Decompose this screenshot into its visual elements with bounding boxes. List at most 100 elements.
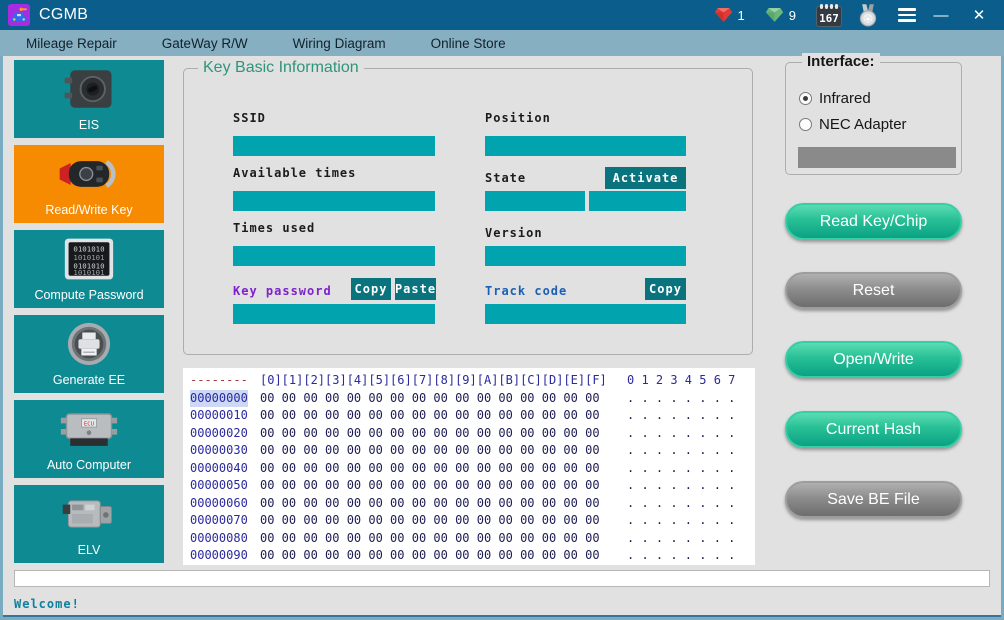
current-hash-button[interactable]: Current Hash — [785, 411, 962, 448]
read-key-chip-button[interactable]: Read Key/Chip — [785, 203, 962, 240]
hex-row[interactable]: 00000090 00 00 00 00 00 00 00 00 00 00 00… — [183, 547, 755, 565]
reset-button[interactable]: Reset — [785, 272, 962, 309]
hex-row-address: 00000050 — [190, 477, 248, 495]
ssid-field[interactable] — [233, 136, 435, 156]
hex-row-ascii: . . . . . . . . — [627, 547, 735, 565]
printer-badge-icon — [66, 315, 112, 373]
hex-row-address: 00000000 — [190, 390, 248, 408]
hex-row[interactable]: 0000006000 00 00 00 00 00 00 00 00 00 00… — [183, 495, 755, 513]
hex-row-bytes: 00 00 00 00 00 00 00 00 00 00 00 00 00 0… — [260, 460, 600, 478]
green-gem-count: 9 — [789, 8, 796, 23]
progress-bar — [14, 570, 990, 587]
radio-option-label: NEC Adapter — [819, 116, 907, 133]
menu-item-online-store[interactable]: Online Store — [425, 34, 512, 53]
sidebar-item-read-write-key[interactable]: Read/Write Key — [14, 145, 164, 223]
key-password-copy-button[interactable]: Copy — [351, 278, 391, 300]
minimize-button[interactable]: — — [928, 7, 954, 24]
calendar-badge: 167 — [816, 6, 842, 27]
calendar-number: 167 — [819, 11, 839, 26]
red-gem-icon — [714, 7, 733, 23]
sidebar-item-label: ELV — [78, 543, 101, 557]
hex-row-bytes: 00 00 00 00 00 00 00 00 00 00 00 00 00 0… — [260, 512, 600, 530]
menu-item-mileage-repair[interactable]: Mileage Repair — [20, 34, 123, 53]
hex-row[interactable]: 00000050 00 00 00 00 00 00 00 00 00 00 00… — [183, 477, 755, 495]
key-password-label: Key password — [233, 284, 332, 298]
hex-row[interactable]: 0000000000 00 00 00 00 00 00 00 00 00 00… — [183, 390, 755, 408]
key-basic-information-title: Key Basic Information — [198, 59, 364, 77]
hex-row-ascii: . . . . . . . . — [627, 495, 735, 513]
app-title: CGMB — [39, 6, 88, 24]
sidebar-item-compute-password[interactable]: 0101010101010101010101010101Compute Pass… — [14, 230, 164, 308]
hex-row-bytes: 00 00 00 00 00 00 00 00 00 00 00 00 00 0… — [260, 442, 600, 460]
hex-row[interactable]: 00000070 00 00 00 00 00 00 00 00 00 00 00… — [183, 512, 755, 530]
medal-icon — [858, 4, 878, 27]
key-password-paste-button[interactable]: Paste — [395, 278, 436, 300]
sidebar-item-elv[interactable]: ELV — [14, 485, 164, 563]
version-label: Version — [485, 226, 543, 240]
close-button[interactable]: ✕ — [966, 6, 992, 24]
version-field[interactable] — [485, 246, 686, 266]
hex-row[interactable]: 0000008000 00 00 00 00 00 00 00 00 00 00… — [183, 530, 755, 548]
hex-row-bytes: 00 00 00 00 00 00 00 00 00 00 00 00 00 0… — [260, 477, 600, 495]
sidebar-item-generate-ee[interactable]: Generate EE — [14, 315, 164, 393]
hex-row-bytes: 00 00 00 00 00 00 00 00 00 00 00 00 00 0… — [260, 547, 600, 565]
hex-row[interactable]: 0000003000 00 00 00 00 00 00 00 00 00 00… — [183, 442, 755, 460]
svg-text:ECU: ECU — [84, 422, 94, 428]
interface-group: Interface: InfraredNEC Adapter — [785, 62, 962, 175]
hex-row-ascii: . . . . . . . . — [627, 512, 735, 530]
radio-option-nec-adapter[interactable]: NEC Adapter — [799, 116, 907, 133]
state-field-left[interactable] — [485, 191, 585, 211]
status-message: Welcome! — [14, 597, 80, 611]
hex-row-ascii: . . . . . . . . — [627, 425, 735, 443]
calendar-rings — [820, 4, 838, 9]
hex-row[interactable]: 0000004000 00 00 00 00 00 00 00 00 00 00… — [183, 460, 755, 478]
hex-row-bytes: 00 00 00 00 00 00 00 00 00 00 00 00 00 0… — [260, 495, 600, 513]
sidebar-item-auto-computer[interactable]: ECU Auto Computer — [14, 400, 164, 478]
menu-hamburger-button[interactable] — [898, 8, 916, 22]
binary-screen-icon: 0101010101010101010101010101 — [63, 230, 115, 288]
hex-row[interactable]: 0000002000 00 00 00 00 00 00 00 00 00 00… — [183, 425, 755, 443]
car-key-icon — [56, 145, 122, 203]
hex-viewer[interactable]: --------[0][1][2][3][4][5][6][7][8][9][A… — [183, 368, 755, 565]
state-activate-button[interactable]: Activate — [605, 167, 686, 189]
hex-row-ascii: . . . . . . . . — [627, 477, 735, 495]
title-bar: CGMB 1 9 1 — [0, 0, 1004, 30]
times-used-field[interactable] — [233, 246, 435, 266]
hex-row-ascii: . . . . . . . . — [627, 442, 735, 460]
hex-row-ascii: . . . . . . . . — [627, 407, 735, 425]
sidebar-item-label: Auto Computer — [47, 458, 131, 472]
green-gem-counter: 9 — [765, 7, 796, 23]
position-label: Position — [485, 111, 551, 125]
key-password-field[interactable] — [233, 304, 435, 324]
times-used-label: Times used — [233, 221, 315, 235]
interface-status-bar — [798, 147, 956, 168]
hex-row-ascii: . . . . . . . . — [627, 460, 735, 478]
hex-row-address: 00000080 — [190, 530, 248, 548]
hex-row-ascii: . . . . . . . . — [627, 530, 735, 548]
menu-item-gateway-r-w[interactable]: GateWay R/W — [156, 34, 254, 53]
radio-option-infrared[interactable]: Infrared — [799, 90, 871, 107]
ecu-icon: ECU — [59, 400, 119, 458]
track-code-copy-button[interactable]: Copy — [645, 278, 686, 300]
track-code-field[interactable] — [485, 304, 686, 324]
hex-row-address: 00000090 — [190, 547, 248, 565]
hex-row-bytes: 00 00 00 00 00 00 00 00 00 00 00 00 00 0… — [260, 425, 600, 443]
hex-row-address: 00000010 — [190, 407, 248, 425]
app-logo-icon — [8, 4, 30, 26]
hex-row-address: 00000070 — [190, 512, 248, 530]
green-gem-icon — [765, 7, 784, 23]
track-code-label: Track code — [485, 284, 567, 298]
hex-ascii-headers: 0 1 2 3 4 5 6 7 — [627, 372, 735, 390]
hex-row[interactable]: 0000001000 00 00 00 00 00 00 00 00 00 00… — [183, 407, 755, 425]
menu-item-wiring-diagram[interactable]: Wiring Diagram — [287, 34, 392, 53]
state-field-right[interactable] — [589, 191, 686, 211]
open-write-button[interactable]: Open/Write — [785, 341, 962, 378]
elv-module-icon — [59, 485, 119, 543]
radio-infrared-icon — [799, 92, 812, 105]
sidebar-item-label: Read/Write Key — [45, 203, 132, 217]
save-be-file-button[interactable]: Save BE File — [785, 481, 962, 518]
sidebar-item-eis[interactable]: EIS — [14, 60, 164, 138]
position-field[interactable] — [485, 136, 686, 156]
available-times-field[interactable] — [233, 191, 435, 211]
red-gem-count: 1 — [738, 8, 745, 23]
